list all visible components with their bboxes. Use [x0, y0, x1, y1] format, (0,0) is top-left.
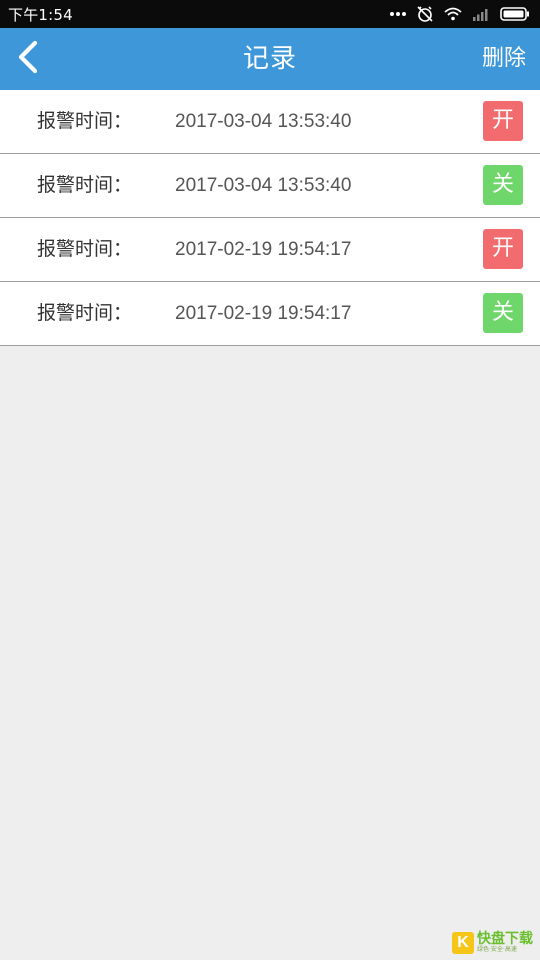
watermark-subtext: 绿色·安全·高速	[477, 946, 517, 953]
alarm-timestamp: 2017-02-19 19:54:17	[175, 303, 352, 324]
more-dots-icon	[390, 11, 406, 17]
status-icons	[390, 5, 530, 23]
status-bar: 下午1:54	[0, 0, 540, 28]
alarm-timestamp: 2017-03-04 13:53:40	[175, 111, 352, 132]
status-badge-off[interactable]: 关	[483, 293, 523, 333]
status-badge-off[interactable]: 关	[483, 165, 523, 205]
status-badge-on[interactable]: 开	[483, 229, 523, 269]
list-item: 报警时间： 2017-03-04 13:53:40 关	[0, 154, 540, 218]
alarm-time-label: 报警时间：	[37, 238, 133, 260]
status-badge-on[interactable]: 开	[483, 101, 523, 141]
alarm-time-label: 报警时间：	[37, 302, 133, 324]
list-item: 报警时间： 2017-02-19 19:54:17 开	[0, 218, 540, 282]
alarm-timestamp: 2017-03-04 13:53:40	[175, 175, 352, 196]
alarm-off-icon	[416, 5, 434, 23]
page-title: 记录	[242, 44, 297, 74]
alarm-timestamp: 2017-02-19 19:54:17	[175, 239, 352, 260]
watermark-logo: K 快盘下载 绿色·安全·高速	[452, 930, 536, 956]
delete-button[interactable]: 删除	[482, 28, 526, 90]
app-bar: 记录 删除	[0, 28, 540, 90]
wifi-icon	[444, 7, 462, 21]
signal-icon	[472, 7, 490, 21]
battery-icon	[500, 7, 530, 21]
alarm-time-label: 报警时间：	[37, 110, 133, 132]
record-list: 报警时间： 2017-03-04 13:53:40 开 报警时间： 2017-0…	[0, 90, 540, 346]
watermark-k-icon: K	[452, 932, 474, 954]
watermark-text: 快盘下载	[477, 931, 533, 947]
list-item: 报警时间： 2017-02-19 19:54:17 关	[0, 282, 540, 346]
list-item: 报警时间： 2017-03-04 13:53:40 开	[0, 90, 540, 154]
status-time: 下午1:54	[8, 5, 73, 24]
alarm-time-label: 报警时间：	[37, 174, 133, 196]
